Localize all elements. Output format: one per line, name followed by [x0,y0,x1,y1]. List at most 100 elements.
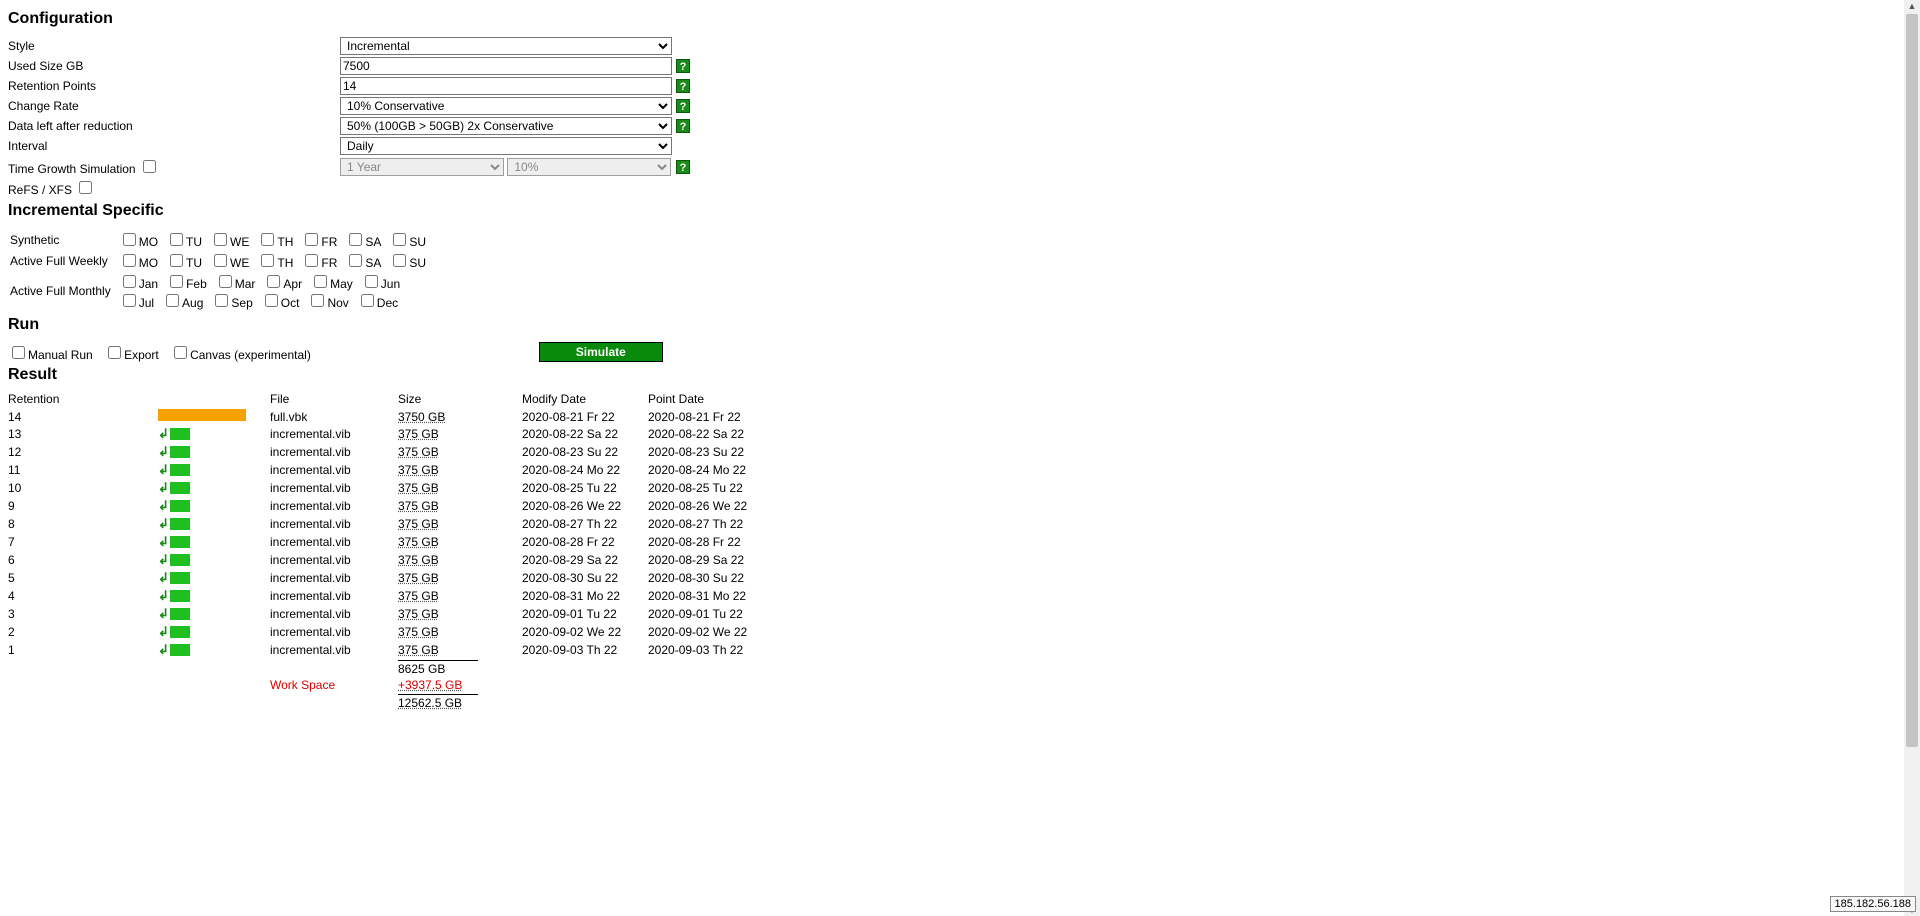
workspace-label: Work Space [270,677,398,693]
weekly-day-tu[interactable]: TU [166,256,202,270]
monthly-checkbox-mar[interactable] [219,275,232,288]
table-row: 7↳incremental.vib375 GB2020-08-28 Fr 222… [8,533,758,551]
synthetic-day-checkbox-mo[interactable] [123,233,136,246]
weekly-day-checkbox-su[interactable] [393,254,406,267]
point-date-cell: 2020-08-29 Sa 22 [648,551,758,569]
weekly-day-th[interactable]: TH [257,256,293,270]
incremental-backup-icon: ↳ [158,498,190,514]
refs-checkbox[interactable] [79,181,92,194]
table-row: 10↳incremental.vib375 GB2020-08-25 Tu 22… [8,479,758,497]
monthly-aug[interactable]: Aug [162,296,203,310]
monthly-feb[interactable]: Feb [166,277,207,291]
modify-date-cell: 2020-08-23 Su 22 [522,443,648,461]
weekly-day-checkbox-th[interactable] [261,254,274,267]
monthly-checkbox-feb[interactable] [170,275,183,288]
simulate-button[interactable]: Simulate [539,342,663,362]
workspace-value: +3937.5 GB [398,678,462,692]
size-cell: 375 GB [398,517,439,531]
monthly-jul[interactable]: Jul [119,296,154,310]
help-icon[interactable]: ? [676,99,690,113]
scroll-up-icon[interactable]: ▲ [1904,1,1920,11]
monthly-apr[interactable]: Apr [263,277,302,291]
scrollbar[interactable]: ▲ ▼ [1904,0,1920,916]
weekly-day-checkbox-mo[interactable] [123,254,136,267]
used-size-input[interactable] [340,57,672,75]
file-cell: incremental.vib [270,587,398,605]
synthetic-day-checkbox-th[interactable] [261,233,274,246]
weekly-day-we[interactable]: WE [210,256,249,270]
style-select[interactable]: Incremental [340,37,672,55]
modify-date-cell: 2020-08-29 Sa 22 [522,551,648,569]
weekly-day-checkbox-fr[interactable] [305,254,318,267]
monthly-oct[interactable]: Oct [261,296,300,310]
monthly-checkbox-jan[interactable] [123,275,136,288]
monthly-jan[interactable]: Jan [119,277,158,291]
help-icon[interactable]: ? [676,79,690,93]
canvas-checkbox[interactable] [174,346,187,359]
monthly-nov[interactable]: Nov [307,296,348,310]
weekly-day-checkbox-we[interactable] [214,254,227,267]
monthly-jun[interactable]: Jun [361,277,400,291]
synthetic-day-checkbox-sa[interactable] [349,233,362,246]
synthetic-day-checkbox-tu[interactable] [170,233,183,246]
label-active-weekly: Active Full Weekly [10,251,117,270]
monthly-checkbox-may[interactable] [314,275,327,288]
point-date-cell: 2020-08-23 Su 22 [648,443,758,461]
synthetic-day-th[interactable]: TH [257,235,293,249]
synthetic-day-tu[interactable]: TU [166,235,202,249]
weekly-day-mo[interactable]: MO [119,256,158,270]
size-cell: 3750 GB [398,410,445,424]
label-used-size: Used Size GB [8,56,340,76]
modify-date-cell: 2020-09-02 We 22 [522,623,648,641]
synthetic-day-checkbox-we[interactable] [214,233,227,246]
retention-input[interactable] [340,77,672,95]
synthetic-day-checkbox-su[interactable] [393,233,406,246]
monthly-dec[interactable]: Dec [357,296,398,310]
help-icon[interactable]: ? [676,59,690,73]
monthly-checkbox-oct[interactable] [265,294,278,307]
export-checkbox[interactable] [108,346,121,359]
growth-checkbox[interactable] [143,160,156,173]
manual-run-option[interactable]: Manual Run [8,348,93,362]
monthly-checkbox-nov[interactable] [311,294,324,307]
incremental-backup-icon: ↳ [158,444,190,460]
help-icon[interactable]: ? [676,160,690,174]
help-icon[interactable]: ? [676,119,690,133]
label-refs: ReFS / XFS [8,177,340,198]
weekly-day-checkbox-tu[interactable] [170,254,183,267]
heading-result: Result [8,366,1912,384]
reduction-select[interactable]: 50% (100GB > 50GB) 2x Conservative [340,117,672,135]
synthetic-day-mo[interactable]: MO [119,235,158,249]
weekly-day-sa[interactable]: SA [345,256,381,270]
canvas-option[interactable]: Canvas (experimental) [170,348,311,362]
monthly-mar[interactable]: Mar [215,277,256,291]
size-cell: 375 GB [398,625,439,639]
interval-select[interactable]: Daily [340,137,672,155]
modify-date-cell: 2020-09-01 Tu 22 [522,605,648,623]
growth-time-select[interactable]: 1 Year [340,158,504,176]
synthetic-day-su[interactable]: SU [389,235,426,249]
export-option[interactable]: Export [104,348,159,362]
retention-cell: 11 [8,461,158,479]
monthly-checkbox-jul[interactable] [123,294,136,307]
monthly-checkbox-aug[interactable] [166,294,179,307]
monthly-checkbox-sep[interactable] [215,294,228,307]
monthly-checkbox-apr[interactable] [267,275,280,288]
monthly-may[interactable]: May [310,277,353,291]
weekly-day-checkbox-sa[interactable] [349,254,362,267]
change-rate-select[interactable]: 10% Conservative [340,97,672,115]
monthly-checkbox-dec[interactable] [361,294,374,307]
synthetic-day-fr[interactable]: FR [301,235,337,249]
monthly-checkbox-jun[interactable] [365,275,378,288]
weekly-day-fr[interactable]: FR [301,256,337,270]
growth-pct-select[interactable]: 10% [507,158,671,176]
synthetic-day-we[interactable]: WE [210,235,249,249]
synthetic-day-sa[interactable]: SA [345,235,381,249]
scrollbar-thumb[interactable] [1906,14,1918,747]
synthetic-day-checkbox-fr[interactable] [305,233,318,246]
file-cell: incremental.vib [270,461,398,479]
weekly-day-su[interactable]: SU [389,256,426,270]
monthly-sep[interactable]: Sep [211,296,252,310]
manual-run-checkbox[interactable] [12,346,25,359]
incremental-backup-icon: ↳ [158,552,190,568]
